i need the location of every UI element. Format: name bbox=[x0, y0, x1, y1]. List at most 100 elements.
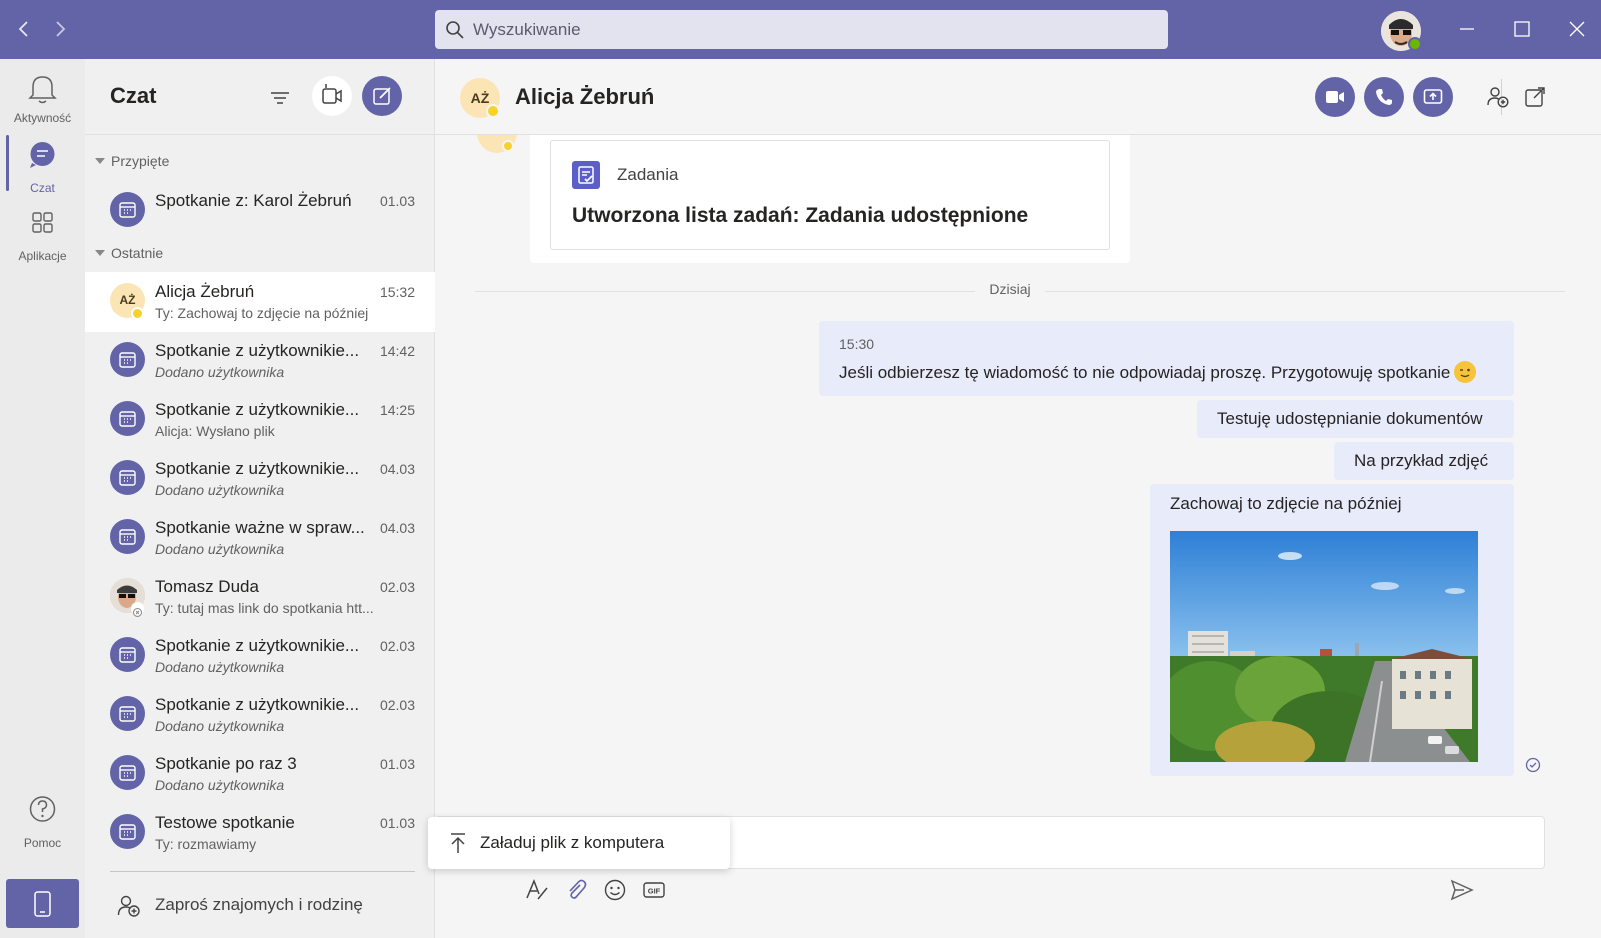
read-receipt-icon bbox=[1525, 757, 1541, 773]
app-rail: Aktywność Czat Aplikacje Pomoc bbox=[0, 59, 85, 938]
meeting-avatar bbox=[110, 342, 145, 377]
chat-item-name: Alicja Żebruń bbox=[155, 282, 255, 301]
chat-item-meeting[interactable]: Spotkanie po raz 3 01.03 Dodano użytkown… bbox=[85, 744, 435, 804]
emoji-button[interactable] bbox=[602, 877, 628, 903]
meeting-avatar bbox=[110, 696, 145, 731]
calendar-icon bbox=[119, 706, 136, 722]
meeting-avatar bbox=[110, 814, 145, 849]
video-call-button[interactable] bbox=[1315, 77, 1355, 117]
meeting-avatar bbox=[110, 192, 145, 227]
rail-label: Pomoc bbox=[23, 836, 62, 850]
emoji-face bbox=[1460, 368, 1471, 378]
rail-item-activity[interactable]: Aktywność bbox=[0, 69, 85, 135]
chat-item-name: Spotkanie z użytkownikie... bbox=[155, 636, 360, 655]
send-button[interactable] bbox=[1448, 877, 1476, 903]
pinned-section-header[interactable]: Przypięte bbox=[95, 153, 169, 169]
chat-item-preview: Ty: Zachowaj to zdjęcie na później bbox=[155, 305, 369, 321]
invite-friends-button[interactable]: Zaproś znajomych i rodzinę bbox=[85, 871, 435, 938]
chat-item-name: Spotkanie z: Karol Żebruń bbox=[155, 191, 352, 210]
message-bubble-photo[interactable]: Zachowaj to zdjęcie na później bbox=[1150, 484, 1514, 776]
forward-button[interactable] bbox=[48, 16, 72, 42]
title-bar bbox=[0, 0, 1601, 59]
attach-button[interactable] bbox=[563, 877, 589, 903]
chat-item-alicja[interactable]: AŻ Alicja Żebruń 15:32 Ty: Zachowaj to z… bbox=[85, 272, 435, 332]
wink-emoji-icon bbox=[1454, 361, 1477, 383]
new-chat-button[interactable] bbox=[362, 76, 402, 116]
tasks-app-icon bbox=[572, 161, 600, 189]
city-photo-image bbox=[1170, 531, 1478, 762]
meeting-avatar bbox=[110, 519, 145, 554]
message-bubble[interactable]: Na przykład zdjęć bbox=[1334, 442, 1514, 480]
contact-name: Alicja Żebruń bbox=[515, 84, 655, 109]
chat-item-meeting[interactable]: Spotkanie z użytkownikie... 14:42 Dodano… bbox=[85, 331, 435, 391]
phone-device-icon bbox=[34, 891, 51, 917]
chat-item-name: Spotkanie z użytkownikie... bbox=[155, 341, 360, 360]
chat-item-preview: Ty: rozmawiamy bbox=[155, 836, 257, 852]
rail-item-help[interactable]: Pomoc bbox=[0, 794, 85, 860]
message-text: Zachowaj to zdjęcie na później bbox=[1170, 494, 1402, 513]
gif-icon: GIF bbox=[643, 882, 665, 898]
chat-item-time: 01.03 bbox=[379, 815, 415, 831]
chat-item-meeting[interactable]: Spotkanie z użytkownikie... 02.03 Dodano… bbox=[85, 626, 435, 686]
meet-now-button[interactable] bbox=[312, 76, 352, 116]
message-bubble[interactable]: Testuję udostępnianie dokumentów bbox=[1197, 400, 1514, 438]
status-x-icon bbox=[133, 608, 142, 617]
mobile-app-button[interactable] bbox=[6, 879, 79, 928]
message-bubble[interactable]: 15:30 Jeśli odbierzesz tę wiadomość to n… bbox=[819, 321, 1514, 396]
chat-item-meeting[interactable]: Spotkanie z użytkownikie... 14:25 Alicja… bbox=[85, 390, 435, 450]
meeting-avatar bbox=[110, 401, 145, 436]
rail-item-chat[interactable]: Czat bbox=[0, 139, 85, 205]
add-people-button[interactable] bbox=[1486, 85, 1510, 109]
share-screen-button[interactable] bbox=[1413, 77, 1453, 117]
search-input[interactable] bbox=[473, 10, 1153, 49]
gif-button[interactable]: GIF bbox=[641, 877, 667, 903]
task-message: Zadania Utworzona lista zadań: Zadania u… bbox=[530, 127, 1130, 263]
chat-item-time: 01.03 bbox=[379, 756, 415, 772]
chat-item-time: 02.03 bbox=[379, 697, 415, 713]
compose-icon bbox=[373, 87, 391, 105]
online-status-badge bbox=[1408, 37, 1422, 51]
rail-label: Aplikacje bbox=[18, 249, 67, 263]
maximize-button[interactable] bbox=[1507, 14, 1537, 44]
chat-item-time: 04.03 bbox=[379, 520, 415, 536]
chat-item-time: 01.03 bbox=[379, 193, 415, 209]
task-card[interactable]: Zadania Utworzona lista zadań: Zadania u… bbox=[550, 140, 1110, 250]
chat-item-meeting[interactable]: Testowe spotkanie 01.03 Ty: rozmawiamy bbox=[85, 803, 435, 863]
chevron-right-icon bbox=[56, 21, 66, 37]
chat-item-pinned-meeting[interactable]: Spotkanie z: Karol Żebruń 01.03 bbox=[85, 181, 435, 241]
chat-item-meeting[interactable]: Spotkanie z użytkownikie... 04.03 Dodano… bbox=[85, 449, 435, 509]
audio-call-button[interactable] bbox=[1364, 77, 1404, 117]
chat-item-tomasz[interactable]: Tomasz Duda 02.03 Ty: tutaj mas link do … bbox=[85, 567, 435, 627]
calendar-icon bbox=[119, 202, 136, 218]
calendar-icon bbox=[119, 529, 136, 545]
maximize-icon bbox=[1514, 21, 1530, 37]
chat-item-meeting[interactable]: Spotkanie ważne w spraw... 04.03 Dodano … bbox=[85, 508, 435, 568]
chat-item-meeting[interactable]: Spotkanie z użytkownikie... 02.03 Dodano… bbox=[85, 685, 435, 745]
close-button[interactable] bbox=[1562, 14, 1592, 44]
bell-icon bbox=[28, 76, 57, 104]
message-text: Jeśli odbierzesz tę wiadomość to nie odp… bbox=[839, 363, 1451, 382]
back-button[interactable] bbox=[12, 16, 36, 42]
card-app-name: Zadania bbox=[617, 165, 679, 184]
format-button[interactable] bbox=[524, 877, 550, 903]
chevron-left-icon bbox=[18, 21, 28, 37]
filter-icon bbox=[271, 92, 289, 104]
calendar-icon bbox=[119, 765, 136, 781]
chat-item-preview: Dodano użytkownika bbox=[155, 482, 285, 498]
rail-item-apps[interactable]: Aplikacje bbox=[0, 207, 85, 273]
chat-pane: AŻ Zadania Utworzona lista zadań: Zadani… bbox=[428, 59, 1601, 938]
chat-list-title: Czat bbox=[110, 83, 157, 108]
pop-out-button[interactable] bbox=[1523, 85, 1547, 109]
chat-item-name: Tomasz Duda bbox=[155, 577, 259, 596]
shared-photo[interactable] bbox=[1170, 531, 1478, 762]
caret-down-icon bbox=[95, 158, 105, 164]
minimize-button[interactable] bbox=[1452, 14, 1482, 44]
svg-text:GIF: GIF bbox=[648, 887, 661, 896]
message-text: Testuję udostępnianie dokumentów bbox=[1217, 409, 1483, 428]
filter-button[interactable] bbox=[265, 83, 295, 113]
minimize-icon bbox=[1460, 28, 1474, 30]
upload-from-computer-menu-item[interactable]: Załaduj plik z komputera bbox=[428, 817, 730, 869]
search-box[interactable] bbox=[435, 10, 1168, 49]
recent-section-header[interactable]: Ostatnie bbox=[95, 245, 163, 261]
message-text-wrap: Jeśli odbierzesz tę wiadomość to nie odp… bbox=[839, 361, 1477, 383]
